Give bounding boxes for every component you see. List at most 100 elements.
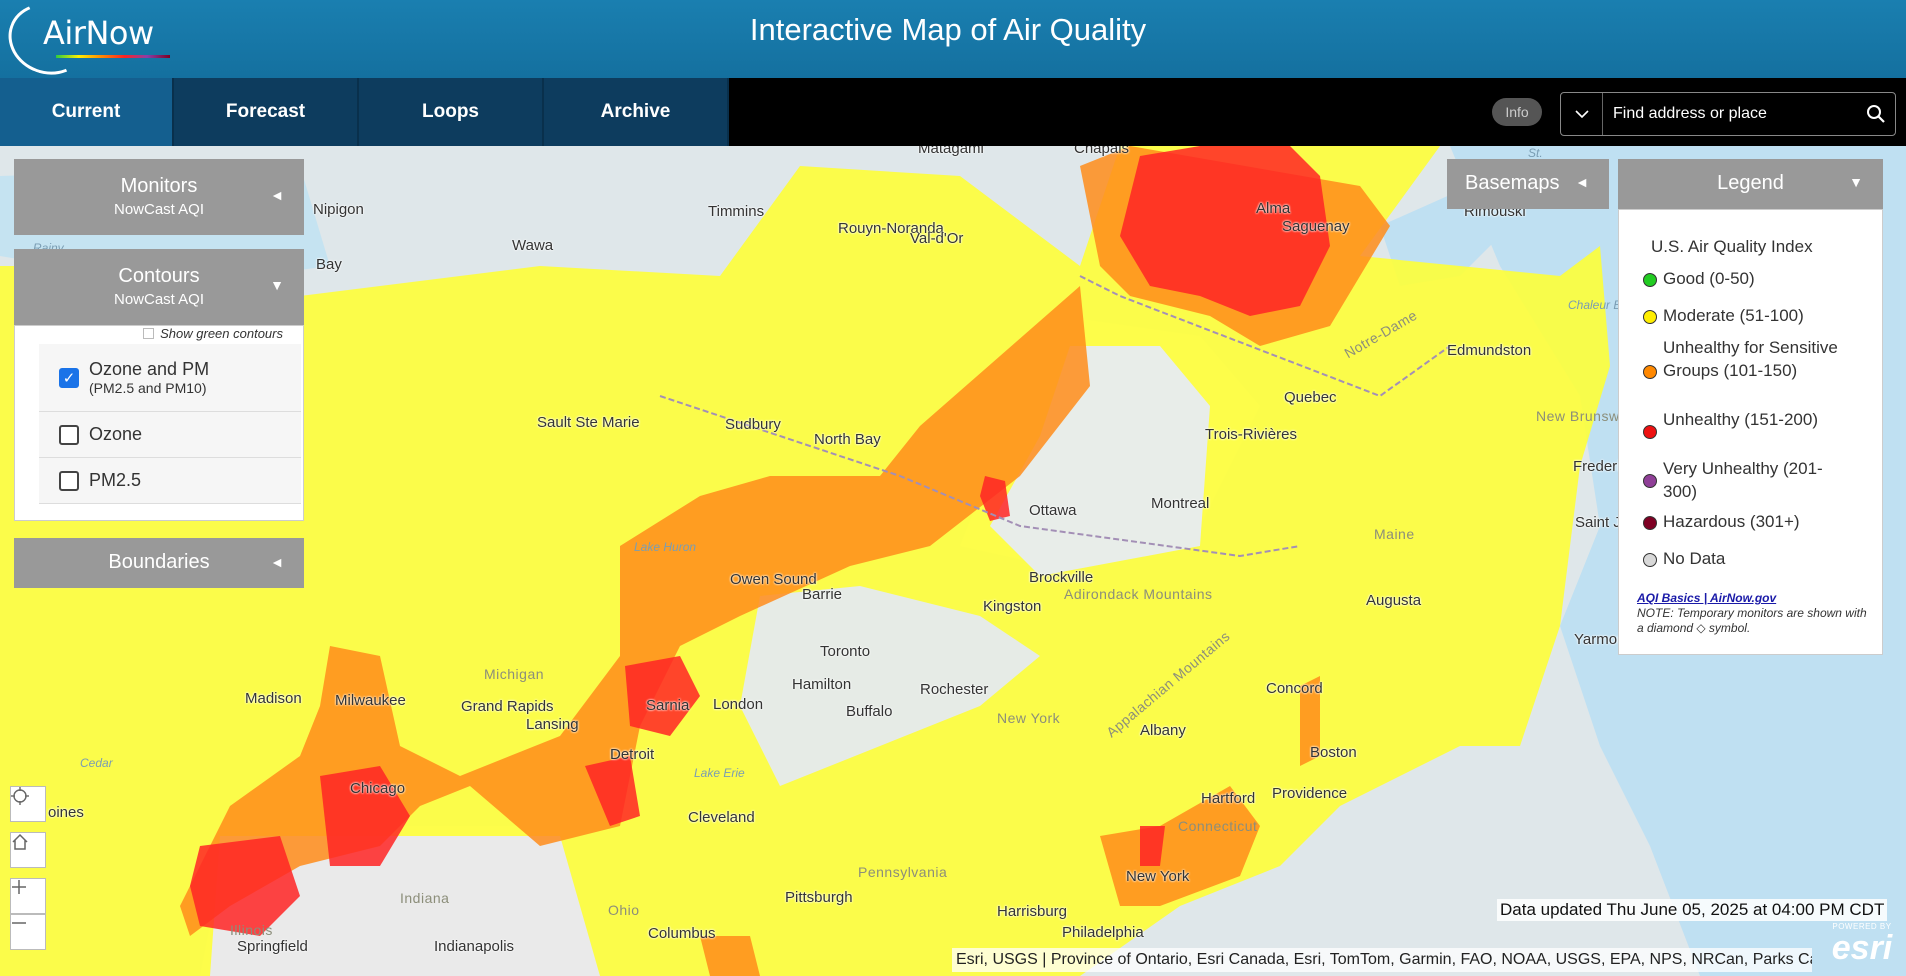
region-label: Connecticut: [1178, 818, 1258, 834]
legend-swatch: [1643, 365, 1657, 379]
aqi-usg-zone-ohio: [700, 936, 760, 976]
map-attribution[interactable]: Esri, USGS | Province of Ontario, Esri C…: [952, 948, 1812, 972]
legend-swatch: [1643, 273, 1657, 287]
esri-name: esri: [1831, 929, 1893, 967]
legend-label: Hazardous (301+): [1663, 512, 1800, 531]
search-source-dropdown[interactable]: [1561, 93, 1603, 135]
show-green-contours-option[interactable]: Show green contours: [143, 326, 283, 341]
tab-current[interactable]: Current: [0, 78, 174, 146]
contours-panel-header[interactable]: Contours NowCast AQI ▼: [14, 249, 304, 325]
search-icon[interactable]: [1865, 103, 1887, 125]
city-label: Val-d'Or: [910, 230, 964, 247]
legend-label: Good (0-50): [1663, 269, 1755, 288]
city-label: Boston: [1310, 744, 1357, 761]
legend-title: Legend: [1717, 172, 1784, 194]
legend-swatch: [1643, 425, 1657, 439]
locate-button[interactable]: [10, 786, 46, 822]
city-label: Albany: [1140, 722, 1186, 739]
monitors-subtitle: NowCast AQI: [113, 201, 205, 218]
city-label: Hartford: [1201, 790, 1256, 807]
boundaries-panel-header[interactable]: Boundaries ◄: [14, 538, 304, 588]
layer-checkbox-ozone-pm[interactable]: ✓: [59, 367, 79, 388]
legend-item: Good (0-50): [1643, 267, 1853, 290]
aqi-basics-link[interactable]: AQI Basics | AirNow.gov: [1637, 591, 1776, 605]
city-label: Quebec: [1284, 389, 1337, 406]
expand-down-icon: ▼: [1849, 174, 1863, 190]
show-green-label: Show green contours: [160, 326, 283, 341]
city-label: Chapais: [1074, 146, 1130, 157]
zoom-in-button[interactable]: [10, 878, 46, 914]
legend-heading: U.S. Air Quality Index: [1651, 237, 1813, 256]
city-label: Ottawa: [1029, 502, 1077, 519]
city-label: New York: [1126, 868, 1190, 885]
legend-swatch: [1643, 516, 1657, 530]
info-button[interactable]: Info: [1492, 98, 1542, 126]
city-label: Buffalo: [846, 703, 893, 720]
tab-forecast[interactable]: Forecast: [174, 78, 359, 146]
legend-item: Hazardous (301+): [1643, 510, 1853, 533]
contours-subtitle: NowCast AQI: [113, 291, 205, 308]
region-label: Ohio: [608, 902, 640, 918]
legend-item: Unhealthy (151-200): [1643, 408, 1853, 439]
city-label: Nipigon: [313, 201, 364, 218]
city-label: Timmins: [708, 203, 765, 220]
airnow-app: AirNow Interactive Map of Air Quality Cu…: [0, 0, 1906, 976]
layer-row-pm25[interactable]: PM2.5: [39, 458, 301, 504]
city-label: Springfield: [237, 938, 308, 955]
city-label: Trois-Rivières: [1205, 426, 1297, 443]
home-button[interactable]: [10, 832, 46, 868]
city-label: North Bay: [814, 431, 881, 448]
header: AirNow Interactive Map of Air Quality: [0, 0, 1906, 86]
locate-icon: [11, 787, 29, 805]
city-label: Augusta: [1366, 592, 1422, 609]
region-label: Maine: [1374, 526, 1415, 542]
city-label: Sarnia: [646, 697, 690, 714]
layer-label: Ozone and PM: [89, 359, 210, 379]
legend-note: NOTE: Temporary monitors are shown with …: [1637, 606, 1867, 635]
esri-logo[interactable]: POWERED BY esri: [1823, 922, 1901, 972]
tab-loops[interactable]: Loops: [359, 78, 544, 146]
city-label: Philadelphia: [1062, 924, 1144, 941]
monitors-title: Monitors: [120, 175, 198, 197]
chevron-down-icon: [1574, 110, 1589, 119]
layer-checkbox-pm25[interactable]: [59, 470, 79, 491]
data-updated-label: Data updated Thu June 05, 2025 at 04:00 …: [1497, 899, 1888, 921]
city-label: Chicago: [350, 780, 406, 797]
legend-label: Very Unhealthy (201-300): [1663, 459, 1823, 501]
monitors-panel-header[interactable]: Monitors NowCast AQI ◄: [14, 159, 304, 235]
city-label: Toronto: [820, 643, 871, 660]
city-label: Concord: [1266, 680, 1323, 697]
city-label: Kingston: [983, 598, 1042, 615]
legend-label: Unhealthy for Sensitive Groups (101-150): [1663, 338, 1838, 380]
water-label: Lake Erie: [694, 766, 745, 780]
search-input[interactable]: [1613, 102, 1843, 126]
tab-archive[interactable]: Archive: [544, 78, 729, 146]
minus-icon: [12, 922, 26, 924]
basemaps-panel-header[interactable]: Basemaps ◄: [1447, 159, 1609, 209]
water-label: St.: [1528, 146, 1543, 160]
legend-swatch: [1643, 553, 1657, 567]
logo-color-bar: [56, 55, 170, 58]
city-label: Madison: [245, 690, 302, 707]
layer-row-ozone[interactable]: Ozone: [39, 412, 301, 458]
city-label: Bay: [316, 256, 342, 273]
legend-label: No Data: [1663, 549, 1726, 568]
city-label: Hamilton: [792, 676, 852, 693]
city-label: Harrisburg: [997, 903, 1068, 920]
city-label: Edmundston: [1447, 342, 1532, 359]
city-label: London: [713, 696, 764, 713]
city-label: oines: [48, 804, 84, 821]
legend-panel-header[interactable]: Legend ▼: [1618, 159, 1883, 209]
region-label: Adirondack Mountains: [1064, 586, 1213, 602]
zoom-out-button[interactable]: [10, 914, 46, 950]
layer-label: Ozone: [89, 424, 143, 444]
layer-checkbox-ozone[interactable]: [59, 424, 79, 445]
region-label: Indiana: [400, 890, 450, 906]
show-green-checkbox[interactable]: [143, 328, 155, 339]
legend-item: Very Unhealthy (201-300): [1643, 457, 1853, 503]
layer-row-ozone-pm[interactable]: ✓ Ozone and PM (PM2.5 and PM10): [39, 344, 301, 412]
page-title: Interactive Map of Air Quality: [749, 12, 1147, 47]
region-label: Pennsylvania: [858, 864, 948, 880]
city-label: Pittsburgh: [785, 889, 853, 906]
nav-bar: Current Forecast Loops Archive Info: [0, 78, 1906, 146]
